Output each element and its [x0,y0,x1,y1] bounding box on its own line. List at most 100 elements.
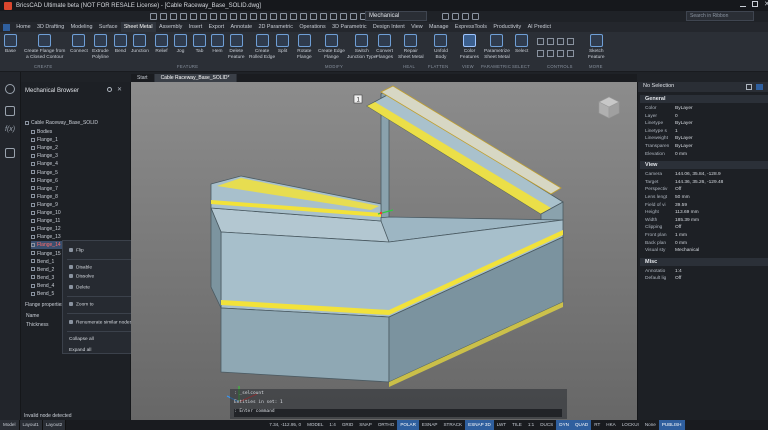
property-row[interactable]: Linetype ByLayer [645,120,693,127]
control-icon[interactable] [567,50,574,57]
property-row[interactable]: Field of vi 39.59 [645,202,687,209]
control-icon[interactable] [557,50,564,57]
toolbar-tool-icon[interactable] [340,13,347,20]
toolbar-tool-icon[interactable] [160,13,167,20]
control-icon[interactable] [547,38,554,45]
toolbar-tool-icon[interactable] [170,13,177,20]
mechanical-browser-icon[interactable] [5,106,15,116]
property-row[interactable]: Lens lengt 50 mm [645,194,690,201]
tree-item[interactable]: Flange_9 [31,201,58,209]
close-icon[interactable]: ✕ [764,1,768,8]
context-menu-item-expand-all[interactable]: Expand all [69,348,91,353]
ribbon-button-rotate-flange[interactable]: Rotate Flange [297,34,312,60]
tree-root[interactable]: Cable Raceway_Base_SOLID [25,119,98,127]
ribbon-button-tab[interactable]: Tab [193,34,206,55]
layout-tab-layout1[interactable]: Layout1 [19,420,43,430]
property-row[interactable]: Lineweight ByLayer [645,135,693,142]
property-row[interactable]: Front plan 1 mm [645,232,687,239]
control-icon[interactable] [537,38,544,45]
control-icon[interactable] [547,50,554,57]
tree-item[interactable]: Flange_13 [31,233,61,241]
ribbon-button-create-flange-from-a-closed-contour[interactable]: Create Flange from a Closed Contour [24,34,65,60]
status-toggle-model[interactable]: MODEL [304,420,326,430]
property-row[interactable]: Height 113.69 mm [645,209,699,216]
add-selection-icon[interactable] [756,84,763,90]
tree-item[interactable]: Flange_8 [31,193,58,201]
status-toggle-grid[interactable]: GRID [339,420,356,430]
status-toggle-esnap-3d[interactable]: ESNAP 3D [465,420,494,430]
context-menu-item-collapse-all[interactable]: Collapse all [69,337,94,342]
property-row[interactable]: Clipping Off [645,224,681,231]
tree-item[interactable]: Flange_6 [31,177,58,185]
tree-item[interactable]: Flange_15 [31,250,61,258]
tree-item[interactable]: Flange_4 [31,160,58,168]
toolbar-tool-icon[interactable] [200,13,207,20]
layout-tab-layout2[interactable]: Layout2 [42,420,67,430]
toolbar-tool-icon[interactable] [320,13,327,20]
minimize-icon[interactable] [740,6,746,7]
context-menu-item-flip[interactable]: Flip [69,248,84,253]
property-row[interactable]: Target 144.36, 35.26, -129.48 [645,179,723,186]
control-icon[interactable] [557,38,564,45]
toolbar-tool-icon[interactable] [190,13,197,20]
3d-viewport[interactable]: 1 [131,82,637,420]
property-row[interactable]: Annotatio 1:4 [645,268,682,275]
menu-tab-3d-drafting[interactable]: 3D Drafting [34,22,68,32]
ribbon-button-switch-junction-type[interactable]: Switch Junction Type [347,34,377,60]
menu-tab-operations[interactable]: Operations [296,22,329,32]
status-toggle-ortho[interactable]: ORTHO [375,420,398,430]
menu-tab-3d-parametric[interactable]: 3D Parametric [329,22,370,32]
ribbon-button-base[interactable]: Base [4,34,17,55]
context-menu-item-zoom-to[interactable]: Zoom to [69,302,94,307]
ribbon-button-hem[interactable]: Hem [211,34,224,55]
function-icon[interactable]: f(x) [5,126,15,136]
toolbar-tool-icon[interactable] [280,13,287,20]
property-row[interactable]: Linetype s 1 [645,128,678,135]
status-toggle-tile[interactable]: TILE [509,420,525,430]
menu-tab-insert[interactable]: Insert [186,22,206,32]
menu-tab-sheet-metal[interactable]: Sheet Metal [120,21,156,33]
toolbar-tool-icon[interactable] [462,13,469,20]
property-section-general[interactable]: General [640,95,768,103]
tree-item[interactable]: Bend_4 [31,282,54,290]
toolbar-tool-icon[interactable] [220,13,227,20]
toolbar-tool-icon[interactable] [230,13,237,20]
toolbar-tool-icon[interactable] [250,13,257,20]
ribbon-button-extrude-polyline[interactable]: Extrude Polyline [92,34,109,60]
control-icon[interactable] [537,50,544,57]
lightbulb-icon[interactable] [5,84,15,94]
app-menu-icon[interactable] [3,23,10,31]
maximize-icon[interactable] [752,1,758,7]
close-icon[interactable]: ✕ [117,87,122,93]
menu-tab-productivity[interactable]: Productivity [490,22,524,32]
toolbar-tool-icon[interactable] [290,13,297,20]
ribbon-button-junction[interactable]: Junction [131,34,149,55]
toolbar-tool-icon[interactable] [150,13,157,20]
toolbar-tool-icon[interactable] [210,13,217,20]
menu-tab-design-intent[interactable]: Design Intent [370,22,408,32]
property-row[interactable]: Default lig Off [645,275,681,282]
status-toggle-strack[interactable]: STRACK [440,420,465,430]
tree-item[interactable]: Bend_5 [31,290,54,298]
ribbon-button-select[interactable]: Select [515,34,528,55]
search-icon[interactable] [107,87,112,92]
status-toggle-lockui[interactable]: LOCKUI [619,420,642,430]
selection-dropdown[interactable]: No Selection [638,82,768,92]
quick-select-icon[interactable] [746,84,752,90]
tree-item[interactable]: Flange_12 [31,225,61,233]
tree-item[interactable]: Flange_7 [31,185,58,193]
property-section-misc[interactable]: Misc [640,257,768,266]
tree-item[interactable]: Flange_3 [31,152,58,160]
status-toggle-rt[interactable]: RT [591,420,603,430]
menu-tab-export[interactable]: Export [205,22,227,32]
context-menu-item-renumerate-similar-nodes[interactable]: Renumerate similar nodes [69,320,132,325]
toolbar-tool-icon[interactable] [260,13,267,20]
status-toggle-snap[interactable]: SNAP [356,420,375,430]
ribbon-button-repair-sheet-metal[interactable]: Repair Sheet Metal [398,34,424,60]
toolbar-tool-icon[interactable] [300,13,307,20]
document-tab[interactable]: Start [131,74,155,82]
ribbon-button-connect[interactable]: Connect [70,34,88,55]
menu-tab-ai-predict[interactable]: AI Predict [524,22,554,32]
menu-tab-view[interactable]: View [408,22,426,32]
command-input[interactable]: : Enter command [234,409,562,417]
